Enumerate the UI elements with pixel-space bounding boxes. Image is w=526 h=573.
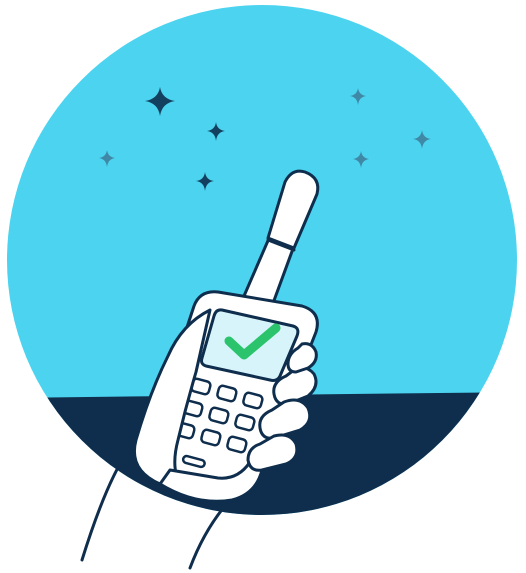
keypad-key	[216, 384, 238, 403]
keypad-key	[226, 435, 248, 454]
keypad-key	[208, 406, 230, 425]
keypad-key	[242, 391, 264, 410]
satellite-phone-illustration	[7, 5, 517, 570]
keypad-key	[200, 428, 222, 447]
keypad-key	[234, 413, 256, 432]
